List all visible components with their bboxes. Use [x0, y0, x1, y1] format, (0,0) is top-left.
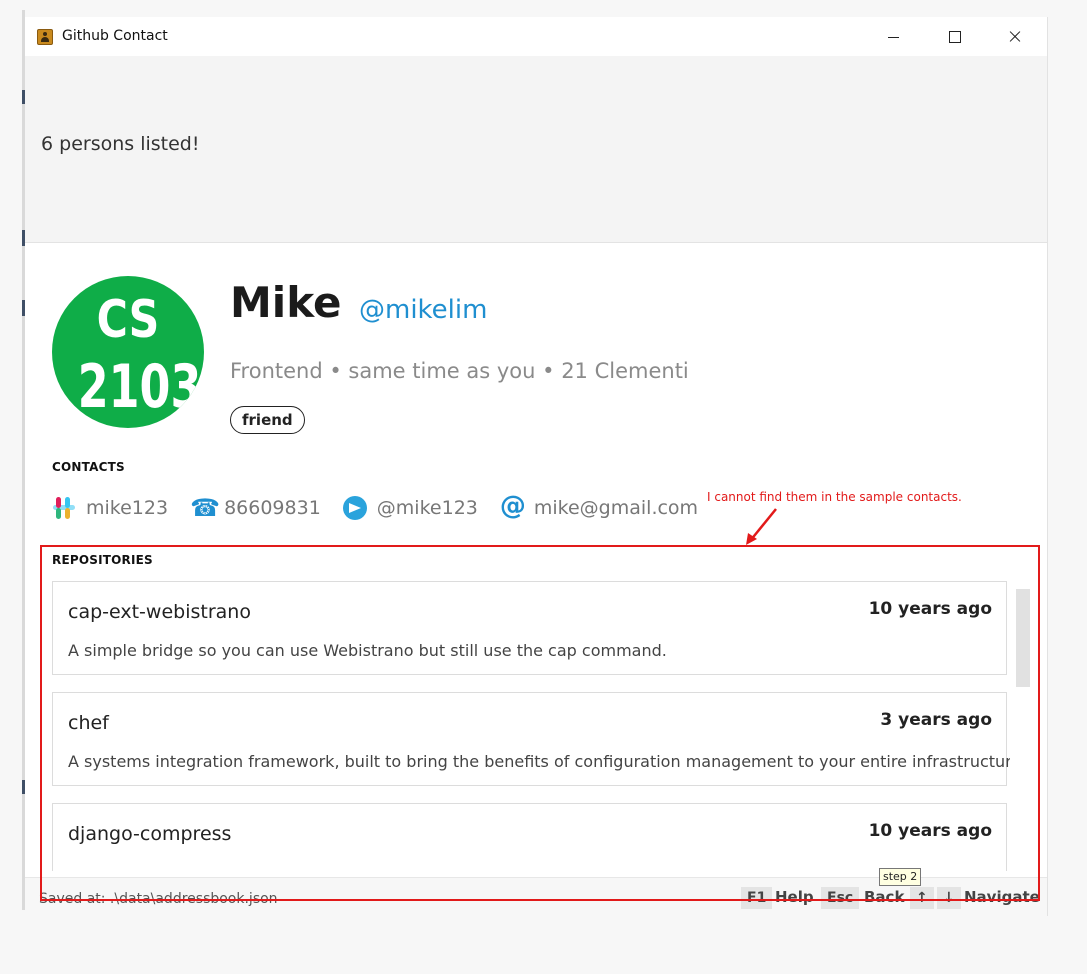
title-bar[interactable]: Github Contact: [25, 17, 1047, 56]
phone-icon: [190, 494, 220, 522]
step-tooltip: step 2: [879, 868, 922, 886]
tag-badge: friend: [230, 406, 305, 434]
avatar-text-line2: 2103: [77, 352, 202, 422]
person-subtitle: Frontend • same time as you • 21 Clement…: [230, 359, 689, 383]
contacts-row: mike123 86609831 @mike123 mike@gmail.com: [52, 491, 720, 522]
command-input[interactable]: [25, 56, 1047, 117]
email-icon: [500, 491, 526, 521]
contact-value: mike123: [86, 497, 169, 519]
annotation-highlight-box: [40, 545, 1040, 901]
contact-phone[interactable]: 86609831: [190, 494, 321, 522]
result-display: 6 persons listed!: [25, 116, 1047, 243]
result-message: 6 persons listed!: [41, 133, 200, 155]
window-title: Github Contact: [62, 28, 168, 44]
annotation-note: I cannot find them in the sample contact…: [707, 490, 962, 504]
person-name: Mike: [230, 278, 342, 327]
telegram-icon: [342, 496, 367, 520]
contact-value: 86609831: [224, 497, 321, 519]
maximize-button[interactable]: [931, 23, 977, 51]
contact-slack[interactable]: mike123: [52, 496, 168, 520]
contact-value: mike@gmail.com: [533, 497, 699, 519]
contact-email[interactable]: mike@gmail.com: [500, 491, 699, 521]
contact-value: @mike123: [376, 497, 478, 519]
slack-icon: [52, 496, 76, 520]
github-handle[interactable]: @mikelim: [359, 295, 487, 325]
minimize-button[interactable]: [871, 23, 917, 51]
avatar: CS 2103: [52, 276, 204, 428]
close-button[interactable]: [991, 23, 1037, 51]
contact-book-icon: [37, 29, 53, 45]
annotation-arrow-icon: [746, 508, 777, 545]
avatar-text-line1: CS: [96, 290, 160, 350]
contact-telegram[interactable]: @mike123: [342, 496, 478, 520]
contacts-heading: CONTACTS: [52, 460, 125, 474]
